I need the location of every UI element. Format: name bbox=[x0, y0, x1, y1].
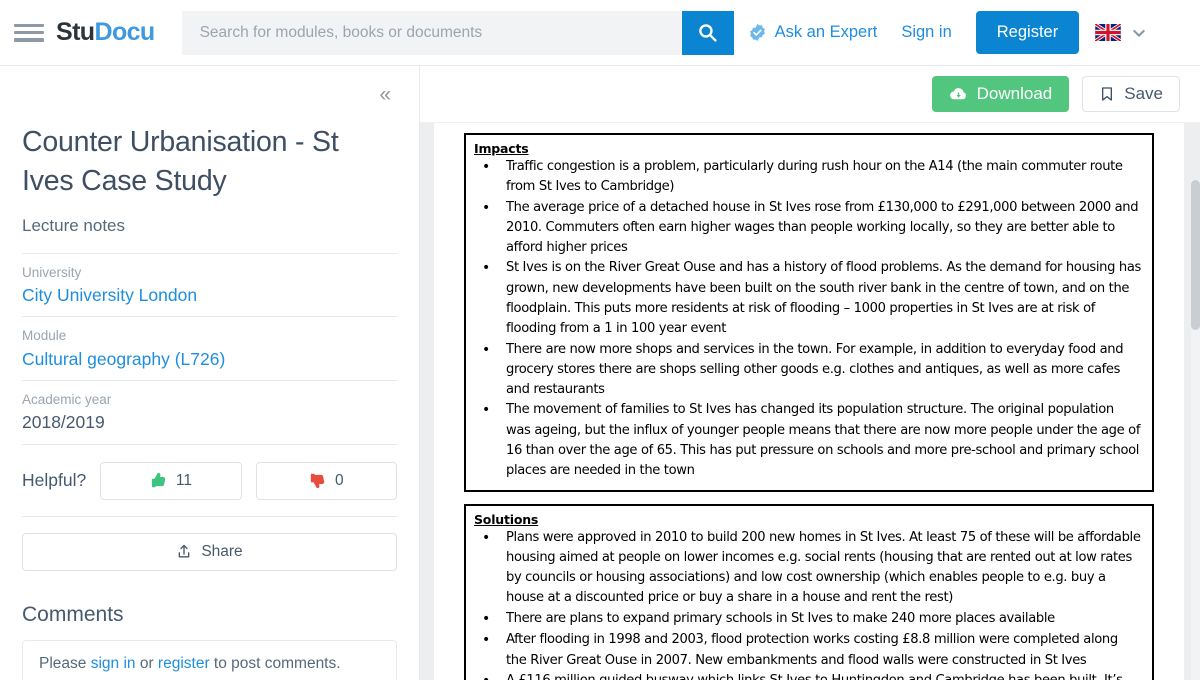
uk-flag-icon[interactable] bbox=[1095, 24, 1122, 41]
app-header: StuDocu Ask an Expert Sign in Register bbox=[0, 0, 1200, 66]
bullet-list-impacts: • Traffic congestion is a problem, parti… bbox=[474, 157, 1142, 482]
document-info-sidebar: « Counter Urbanisation - St Ives Case St… bbox=[0, 66, 420, 680]
comments-prompt-middle: or bbox=[135, 654, 158, 672]
comments-heading: Comments bbox=[22, 602, 124, 626]
share-button[interactable]: Share bbox=[22, 532, 397, 571]
meta-value-university[interactable]: City University London bbox=[22, 283, 397, 308]
bullet-list-solutions: • Plans were approved in 2010 to build 2… bbox=[474, 528, 1142, 680]
language-selector[interactable] bbox=[1131, 25, 1147, 41]
thumbs-down-icon bbox=[310, 473, 325, 489]
sign-in-link[interactable]: Sign in bbox=[901, 23, 951, 42]
document-section-impacts: Impacts • Traffic congestion is a proble… bbox=[464, 133, 1154, 492]
bullet-text: Plans were approved in 2010 to build 200… bbox=[506, 529, 1141, 606]
bullet-point-icon: • bbox=[482, 159, 490, 175]
list-item: • A £116 million guided busway which lin… bbox=[474, 671, 1142, 680]
logo-text-stu: Stu bbox=[56, 18, 95, 46]
bullet-text: The average price of a detached house in… bbox=[506, 199, 1139, 256]
meta-value-academic-year: 2018/2019 bbox=[22, 412, 105, 433]
share-icon bbox=[178, 544, 190, 558]
list-item: • There are plans to expand primary scho… bbox=[474, 609, 1142, 631]
downvote-count: 0 bbox=[334, 471, 344, 489]
chevron-down-icon bbox=[1133, 29, 1145, 37]
document-scroll-area[interactable]: Impacts • Traffic congestion is a proble… bbox=[420, 123, 1200, 680]
share-label: Share bbox=[201, 542, 243, 560]
bullet-point-icon: • bbox=[482, 610, 490, 627]
list-item: • Traffic congestion is a problem, parti… bbox=[474, 157, 1142, 198]
download-button[interactable]: Download bbox=[931, 76, 1070, 112]
document-type-label: Lecture notes bbox=[22, 215, 126, 235]
bullet-text: After flooding in 1998 and 2003, flood p… bbox=[506, 632, 1118, 668]
scrollbar-thumb[interactable] bbox=[1191, 180, 1200, 330]
upvote-count: 11 bbox=[175, 471, 192, 489]
ask-an-expert-link[interactable]: Ask an Expert bbox=[748, 23, 878, 42]
section-heading-impacts: Impacts bbox=[474, 141, 529, 156]
viewer-toolbar: Download Save bbox=[420, 66, 1200, 123]
meta-label-academic-year: Academic year bbox=[22, 391, 112, 407]
list-item: • After flooding in 1998 and 2003, flood… bbox=[474, 630, 1142, 671]
meta-label-module: Module bbox=[22, 328, 67, 344]
bullet-text: There are now more shops and services in… bbox=[506, 341, 1124, 398]
comments-prompt-prefix: Please bbox=[39, 654, 91, 672]
downvote-button[interactable]: 0 bbox=[255, 461, 397, 500]
bullet-point-icon: • bbox=[482, 199, 490, 216]
meta-label-university: University bbox=[22, 264, 82, 280]
comments-signin-prompt: Please sign in or register to post comme… bbox=[22, 639, 397, 680]
sidebar-content: Counter Urbanisation - St Ives Case Stud… bbox=[0, 123, 419, 680]
thumbs-up-icon bbox=[151, 472, 166, 488]
vertical-scrollbar[interactable] bbox=[1191, 180, 1200, 680]
search-bar bbox=[181, 10, 734, 55]
list-item: • St Ives is on the River Great Ouse and… bbox=[474, 258, 1142, 339]
bullet-text: There are plans to expand primary school… bbox=[506, 610, 1055, 626]
search-input[interactable] bbox=[181, 10, 682, 55]
studocu-logo[interactable]: StuDocu bbox=[56, 18, 155, 47]
list-item: • Plans were approved in 2010 to build 2… bbox=[474, 528, 1142, 609]
upvote-button[interactable]: 11 bbox=[100, 461, 242, 500]
meta-row-university: University City University London bbox=[22, 252, 397, 317]
list-item: • The average price of a detached house … bbox=[474, 198, 1142, 259]
bullet-text: St Ives is on the River Great Ouse and h… bbox=[506, 260, 1141, 337]
comments-signin-link[interactable]: sign in bbox=[91, 655, 136, 672]
list-item: • The movement of families to St Ives ha… bbox=[474, 400, 1142, 481]
bullet-text: A £116 million guided busway which links… bbox=[506, 671, 1142, 680]
document-page: Impacts • Traffic congestion is a proble… bbox=[434, 123, 1184, 680]
collapse-sidebar-button[interactable]: « bbox=[379, 84, 391, 105]
search-icon bbox=[699, 24, 717, 42]
bookmark-icon bbox=[1102, 87, 1113, 101]
bullet-point-icon: • bbox=[482, 632, 490, 649]
comments-prompt-suffix: to post comments. bbox=[209, 654, 341, 672]
register-button[interactable]: Register bbox=[975, 11, 1080, 54]
bullet-point-icon: • bbox=[482, 529, 490, 546]
verified-badge-icon bbox=[749, 24, 765, 41]
main-layout: « Counter Urbanisation - St Ives Case St… bbox=[0, 66, 1200, 680]
logo-text-docu: Docu bbox=[94, 18, 155, 46]
search-button[interactable] bbox=[681, 10, 734, 55]
bullet-point-icon: • bbox=[482, 402, 490, 419]
list-item: • There are now more shops and services … bbox=[474, 340, 1142, 401]
comments-register-link[interactable]: register bbox=[158, 655, 210, 672]
share-row: Share bbox=[22, 515, 397, 571]
download-label: Download bbox=[976, 84, 1053, 103]
bullet-point-icon: • bbox=[474, 671, 506, 680]
bullet-point-icon: • bbox=[482, 341, 490, 358]
document-section-solutions: Solutions • Plans were approved in 2010 … bbox=[464, 503, 1154, 680]
save-label: Save bbox=[1124, 84, 1163, 103]
save-button[interactable]: Save bbox=[1082, 76, 1180, 112]
helpful-label: Helpful? bbox=[22, 470, 87, 491]
ask-an-expert-label: Ask an Expert bbox=[774, 23, 878, 41]
hamburger-icon[interactable] bbox=[14, 22, 44, 44]
bullet-point-icon: • bbox=[482, 260, 490, 277]
section-heading-solutions: Solutions bbox=[474, 511, 539, 527]
bullet-text: The movement of families to St Ives has … bbox=[506, 402, 1141, 479]
helpful-rating-row: Helpful? 11 0 bbox=[22, 443, 397, 516]
page-title: Counter Urbanisation - St Ives Case Stud… bbox=[22, 126, 339, 198]
meta-row-module: Module Cultural geography (L726) bbox=[22, 316, 397, 380]
sidebar-collapse-bar: « bbox=[0, 66, 419, 123]
meta-value-module[interactable]: Cultural geography (L726) bbox=[22, 347, 397, 372]
meta-row-academic-year: Academic year 2018/2019 bbox=[22, 379, 397, 444]
document-viewer: Download Save Impacts • Traffic congesti… bbox=[420, 66, 1200, 680]
cloud-download-icon bbox=[949, 87, 966, 99]
bullet-text: Traffic congestion is a problem, particu… bbox=[506, 159, 1123, 195]
